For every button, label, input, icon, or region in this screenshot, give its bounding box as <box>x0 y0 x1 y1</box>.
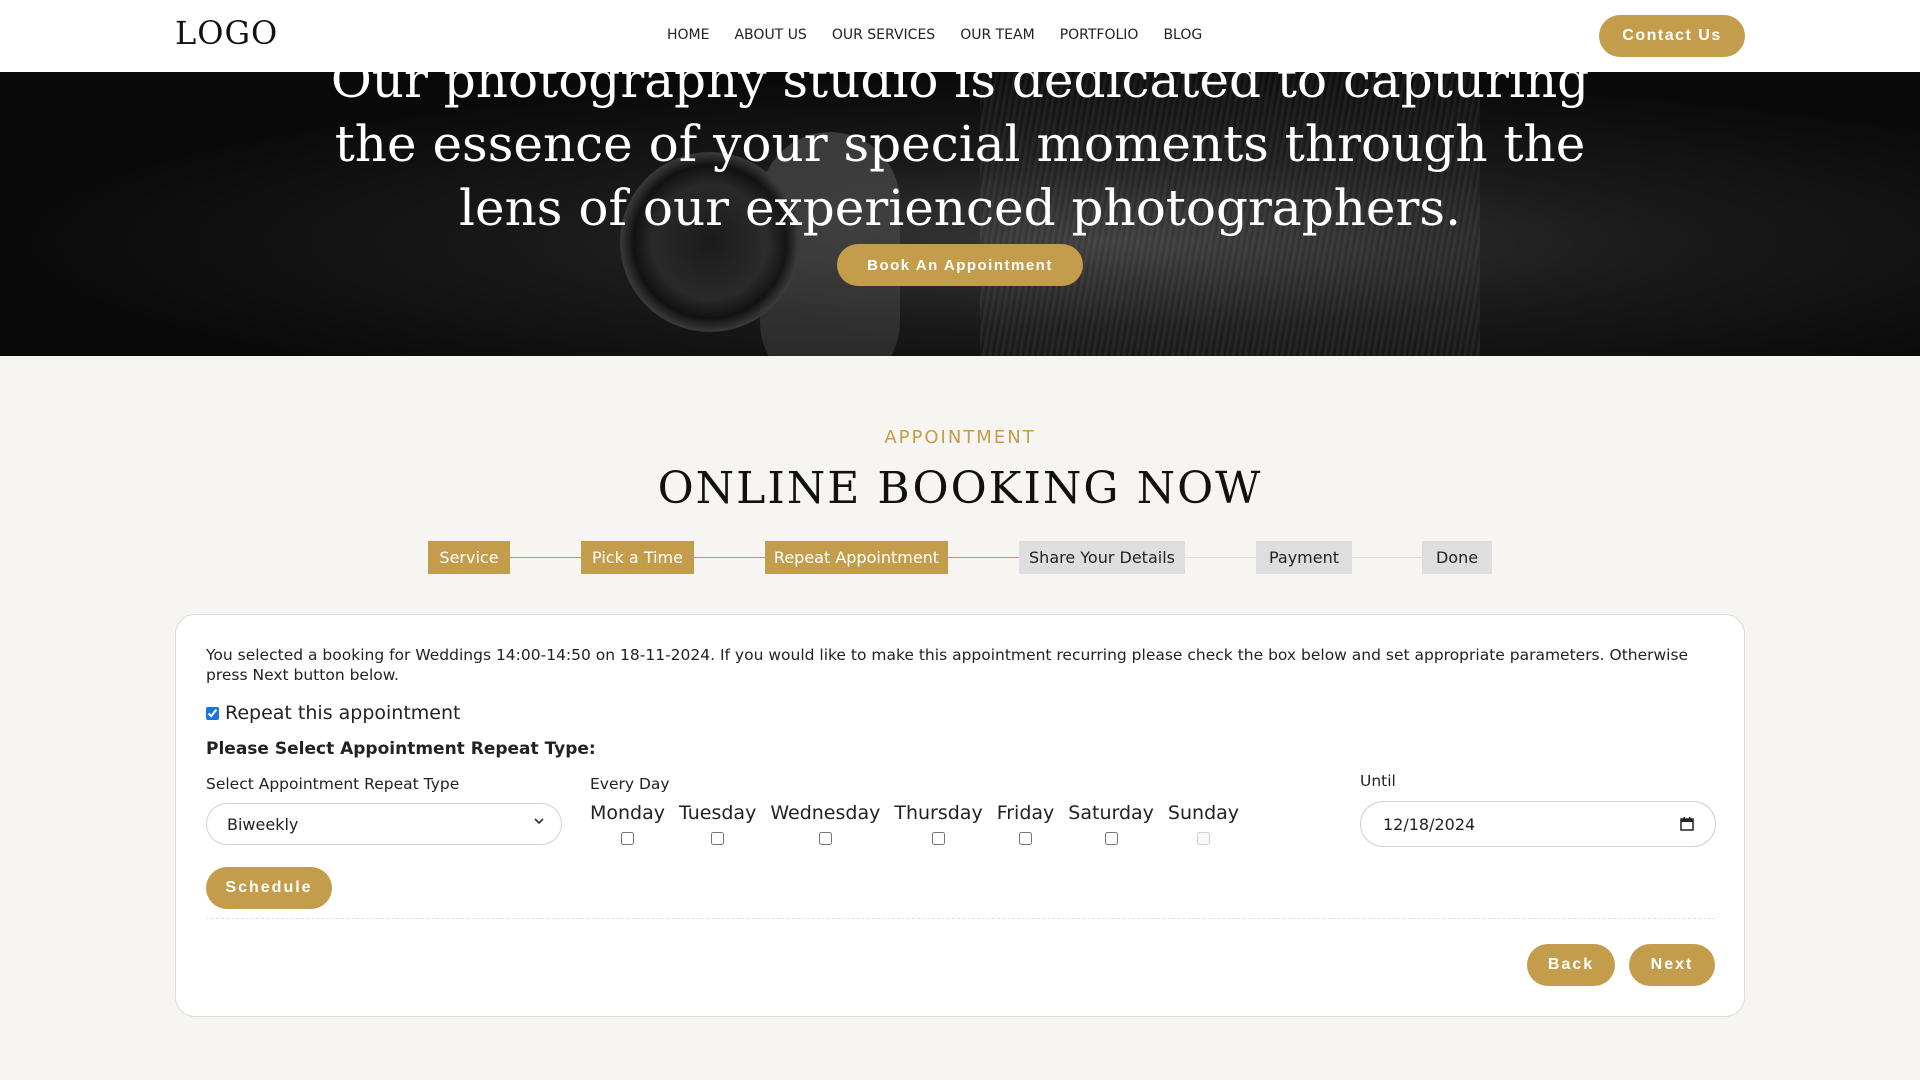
day-checkbox-tuesday[interactable] <box>711 832 725 845</box>
day-label: Saturday <box>1068 802 1154 824</box>
contact-us-button[interactable]: Contact Us <box>1599 15 1745 57</box>
until-date-input[interactable]: 12/18/2024 <box>1360 801 1716 847</box>
chevron-down-icon <box>534 818 544 825</box>
booking-steps: Service Pick a Time Repeat Appointment S… <box>0 541 1920 574</box>
nav-portfolio[interactable]: PORTFOLIO <box>1060 27 1139 43</box>
day-label: Thursday <box>894 802 983 824</box>
weekday-selector: Monday Tuesday Wednesday Thursday Friday… <box>590 802 1253 845</box>
day-friday: Friday <box>996 802 1055 845</box>
step-payment[interactable]: Payment <box>1256 541 1352 574</box>
booking-info-text: You selected a booking for Weddings 14:0… <box>206 646 1689 684</box>
book-appointment-button[interactable]: Book An Appointment <box>837 244 1083 286</box>
form-divider <box>206 918 1716 919</box>
day-label: Wednesday <box>770 802 881 824</box>
day-checkbox-wednesday[interactable] <box>818 832 832 845</box>
step-pick-a-time[interactable]: Pick a Time <box>581 541 694 574</box>
nav-home[interactable]: HOME <box>667 27 709 43</box>
step-share-your-details[interactable]: Share Your Details <box>1019 541 1185 574</box>
day-checkbox-saturday[interactable] <box>1104 832 1118 845</box>
every-day-label: Every Day <box>590 775 670 793</box>
day-saturday: Saturday <box>1068 802 1154 845</box>
step-connector <box>510 557 581 558</box>
day-wednesday: Wednesday <box>770 802 880 845</box>
next-button[interactable]: Next <box>1629 944 1715 986</box>
until-label: Until <box>1360 772 1396 790</box>
day-monday: Monday <box>590 802 665 845</box>
hero-text-line-3: lens of our experienced photographers. <box>459 179 1461 237</box>
step-repeat-appointment[interactable]: Repeat Appointment <box>765 541 948 574</box>
day-tuesday: Tuesday <box>679 802 756 845</box>
repeat-type-label: Select Appointment Repeat Type <box>206 775 460 793</box>
nav-blog[interactable]: BLOG <box>1163 27 1202 43</box>
repeat-type-value: Biweekly <box>227 814 299 834</box>
day-checkbox-sunday <box>1196 832 1210 845</box>
repeat-appointment-toggle[interactable]: Repeat this appointment <box>206 702 460 724</box>
hero-text: Our photography studio is dedicated to c… <box>300 72 1620 240</box>
nav-our-services[interactable]: OUR SERVICES <box>832 27 935 43</box>
day-thursday: Thursday <box>894 802 983 845</box>
until-date-value: 12/18/2024 <box>1383 814 1476 834</box>
day-checkbox-thursday[interactable] <box>932 832 946 845</box>
day-label: Sunday <box>1167 802 1240 824</box>
hero-text-line-2: the essence of your special moments thro… <box>334 115 1586 173</box>
nav-our-team[interactable]: OUR TEAM <box>960 27 1035 43</box>
booking-card: You selected a booking for Weddings 14:0… <box>175 614 1745 1017</box>
step-connector <box>694 557 765 558</box>
day-sunday: Sunday <box>1168 802 1239 845</box>
main-nav: HOME ABOUT US OUR SERVICES OUR TEAM PORT… <box>667 27 1227 43</box>
repeat-type-heading: Please Select Appointment Repeat Type: <box>206 739 596 759</box>
repeat-appointment-checkbox[interactable] <box>206 706 219 720</box>
calendar-icon[interactable] <box>1679 816 1695 832</box>
repeat-type-select[interactable]: Biweekly <box>206 803 562 845</box>
section-eyebrow: APPOINTMENT <box>884 427 1036 448</box>
schedule-button[interactable]: Schedule <box>206 867 332 909</box>
step-connector <box>948 557 1019 558</box>
hero-text-line-1: Our photography studio is dedicated to c… <box>330 72 1590 109</box>
logo[interactable]: LOGO <box>175 14 278 52</box>
day-label: Tuesday <box>679 802 757 824</box>
hero-banner: Our photography studio is dedicated to c… <box>0 72 1920 356</box>
step-connector <box>1185 557 1256 558</box>
step-done[interactable]: Done <box>1422 541 1492 574</box>
back-button[interactable]: Back <box>1527 944 1615 986</box>
day-label: Monday <box>590 802 666 824</box>
section-title: ONLINE BOOKING NOW <box>657 463 1263 514</box>
day-checkbox-friday[interactable] <box>1019 832 1032 845</box>
step-service[interactable]: Service <box>428 541 510 574</box>
site-header: LOGO HOME ABOUT US OUR SERVICES OUR TEAM… <box>0 0 1920 72</box>
repeat-appointment-label: Repeat this appointment <box>225 702 461 724</box>
day-checkbox-monday[interactable] <box>621 832 634 845</box>
step-connector <box>1352 557 1422 558</box>
nav-about-us[interactable]: ABOUT US <box>734 27 806 43</box>
day-label: Friday <box>996 802 1055 824</box>
